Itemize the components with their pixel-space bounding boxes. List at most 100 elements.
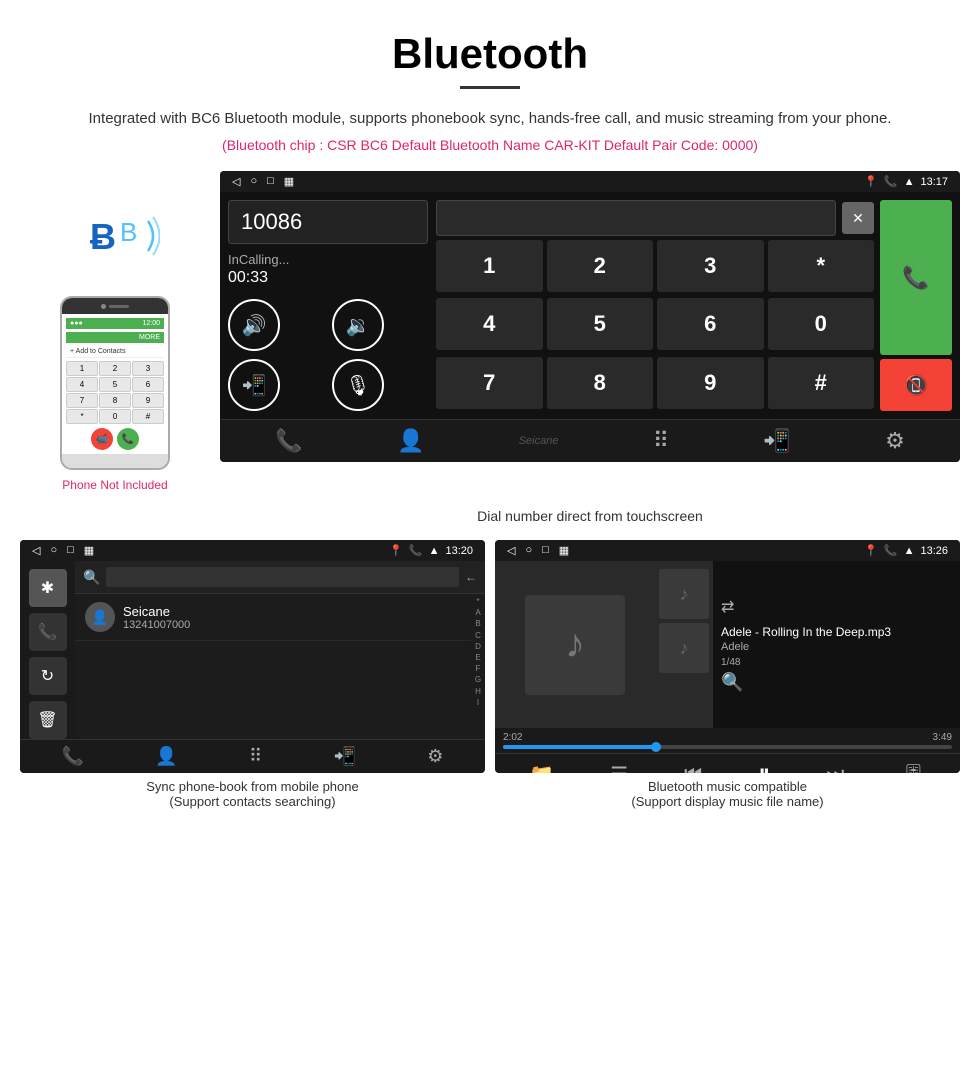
music-list-icon[interactable]: ☰	[610, 762, 628, 774]
side-thumb-2[interactable]: ♪	[659, 623, 709, 673]
pb-alpha-f[interactable]: F	[476, 663, 481, 674]
pb-alpha-c[interactable]: C	[475, 630, 481, 641]
pb-nav-phone-icon[interactable]: 📞	[62, 746, 84, 767]
pb-search-input[interactable]	[106, 567, 459, 587]
key-6[interactable]: 6	[657, 298, 764, 350]
phone-btn-hash[interactable]: #	[132, 409, 164, 424]
phone-status-bar: ●●● 12:00	[66, 318, 164, 329]
bottom-panels: ◁ ○ □ ▦ 📍 📞 ▲ 13:20 ✱ 📞 ↻	[0, 540, 980, 831]
phone-btn-5[interactable]: 5	[99, 377, 131, 392]
pb-alpha-h[interactable]: H	[475, 686, 481, 697]
key-3[interactable]: 3	[657, 240, 764, 292]
nav-contacts-icon[interactable]: 👤	[397, 428, 424, 454]
pb-nav-person-icon[interactable]: 👤	[155, 746, 177, 767]
phone-btn-1[interactable]: 1	[66, 361, 98, 376]
phone-btn-2[interactable]: 2	[99, 361, 131, 376]
pb-contact-phone: 13241007000	[123, 619, 190, 631]
phone-btn-4[interactable]: 4	[66, 377, 98, 392]
pb-nav-transfer-icon[interactable]: 📲	[334, 746, 356, 767]
side-thumb-1[interactable]: ♪	[659, 569, 709, 619]
delete-button[interactable]: ✕	[842, 202, 874, 234]
volume-up-button[interactable]: 🔊	[228, 299, 280, 351]
pb-bluetooth-btn[interactable]: ✱	[29, 569, 67, 607]
pb-alpha-star[interactable]: *	[476, 596, 479, 607]
nav-phone-icon[interactable]: 📞	[275, 428, 302, 454]
music-art-section: ♪ ♪ ♪	[495, 561, 713, 728]
music-side-thumbnails: ♪ ♪	[655, 561, 713, 728]
phone-btn-9[interactable]: 9	[132, 393, 164, 408]
key-9[interactable]: 9	[657, 357, 764, 409]
main-caption: Dial number direct from touchscreen	[0, 502, 980, 540]
pb-wifi-icon: ▲	[429, 545, 440, 557]
pb-alpha-a[interactable]: A	[475, 607, 480, 618]
pb-alpha-b[interactable]: B	[475, 618, 480, 629]
nav-keypad-icon[interactable]: ⠿	[653, 428, 669, 454]
music-eq-icon[interactable]: 🎚	[901, 762, 926, 774]
bluetooth-icon-wrapper: Ƀ B	[75, 201, 155, 281]
key-5[interactable]: 5	[547, 298, 654, 350]
key-8[interactable]: 8	[547, 357, 654, 409]
number-input-display	[436, 200, 836, 236]
phone-mockup: ●●● 12:00 MORE + Add to Contacts 1 2 3 4…	[60, 296, 170, 470]
pb-contact-info: Seicane 13241007000	[123, 604, 190, 631]
shuffle-icon[interactable]: ⇄	[721, 597, 952, 617]
pb-caption-line2: (Support contacts searching)	[24, 794, 481, 809]
music-next-icon[interactable]: ⏭	[826, 763, 844, 774]
dial-timer: 00:33	[228, 269, 428, 287]
music-progress-wrapper: 2:02 3:49	[495, 728, 960, 753]
pb-contacts-list-wrapper: 👤 Seicane 13241007000 * A B	[75, 594, 485, 739]
key-4[interactable]: 4	[436, 298, 543, 350]
phone-video-btn[interactable]: 📹	[91, 428, 113, 450]
transfer-call-button[interactable]: 📲	[228, 359, 280, 411]
phone-side: Ƀ B ●●● 12:00 MORE	[20, 171, 210, 492]
key-0[interactable]: 0	[768, 298, 875, 350]
phone-btn-8[interactable]: 8	[99, 393, 131, 408]
dial-left-panel: 10086 InCalling... 00:33 🔊 🔉 📲 🎙	[228, 200, 428, 411]
key-hash[interactable]: #	[768, 357, 875, 409]
music-folder-icon[interactable]: 📁	[529, 762, 554, 774]
decline-call-button[interactable]: 📵	[880, 359, 952, 411]
pb-status-left: ◁ ○ □ ▦	[32, 544, 94, 557]
music-info-area: ⇄ Adele - Rolling In the Deep.mp3 Adele …	[713, 561, 960, 728]
bluetooth-symbol-icon: Ƀ	[90, 216, 116, 258]
music-status-right: 📍 📞 ▲ 13:26	[864, 544, 948, 557]
phone-btn-6[interactable]: 6	[132, 377, 164, 392]
call-action-buttons: 📞 📵	[880, 200, 952, 411]
phone-btn-7[interactable]: 7	[66, 393, 98, 408]
key-1[interactable]: 1	[436, 240, 543, 292]
dial-area: 10086 InCalling... 00:33 🔊 🔉 📲 🎙	[220, 192, 960, 419]
key-2[interactable]: 2	[547, 240, 654, 292]
pb-delete-btn[interactable]: 🗑	[29, 701, 67, 739]
phone-btn-star[interactable]: *	[66, 409, 98, 424]
accept-call-button[interactable]: 📞	[880, 200, 952, 355]
pb-alpha-e[interactable]: E	[475, 652, 480, 663]
subtitle: Integrated with BC6 Bluetooth module, su…	[0, 107, 980, 137]
pb-nav-grid-icon[interactable]: ⠿	[249, 746, 262, 767]
pb-alpha-i[interactable]: I	[477, 697, 479, 708]
music-prev-icon[interactable]: ⏮	[684, 763, 702, 774]
pb-nav-settings-icon[interactable]: ⚙	[427, 746, 443, 767]
key-star[interactable]: *	[768, 240, 875, 292]
music-back-icon: ◁	[507, 544, 515, 557]
phone-carrier: ●●●	[70, 320, 83, 327]
phone-btn-0[interactable]: 0	[99, 409, 131, 424]
track-artist: Adele	[721, 641, 952, 653]
pb-sync-btn[interactable]: ↻	[29, 657, 67, 695]
pb-alpha-g[interactable]: G	[475, 674, 481, 685]
pb-alpha-d[interactable]: D	[475, 641, 481, 652]
phone-btn-3[interactable]: 3	[132, 361, 164, 376]
phone-call-btn[interactable]: 📞	[117, 428, 139, 450]
mute-button[interactable]: 🎙	[332, 359, 384, 411]
music-time-current: 2:02	[503, 732, 522, 743]
volume-down-button[interactable]: 🔉	[332, 299, 384, 351]
pb-contact-row[interactable]: 👤 Seicane 13241007000	[75, 594, 471, 641]
music-play-pause-button[interactable]: ⏸	[758, 760, 770, 773]
nav-transfer-icon[interactable]: 📲	[763, 428, 790, 454]
phonebook-screen: ◁ ○ □ ▦ 📍 📞 ▲ 13:20 ✱ 📞 ↻	[20, 540, 485, 773]
music-progress-bar[interactable]	[503, 745, 952, 749]
nav-settings-icon[interactable]: ⚙	[885, 428, 905, 454]
music-search-icon[interactable]: 🔍	[721, 672, 952, 693]
key-7[interactable]: 7	[436, 357, 543, 409]
phone-more-btn: MORE	[66, 332, 164, 343]
pb-phone-btn[interactable]: 📞	[29, 613, 67, 651]
